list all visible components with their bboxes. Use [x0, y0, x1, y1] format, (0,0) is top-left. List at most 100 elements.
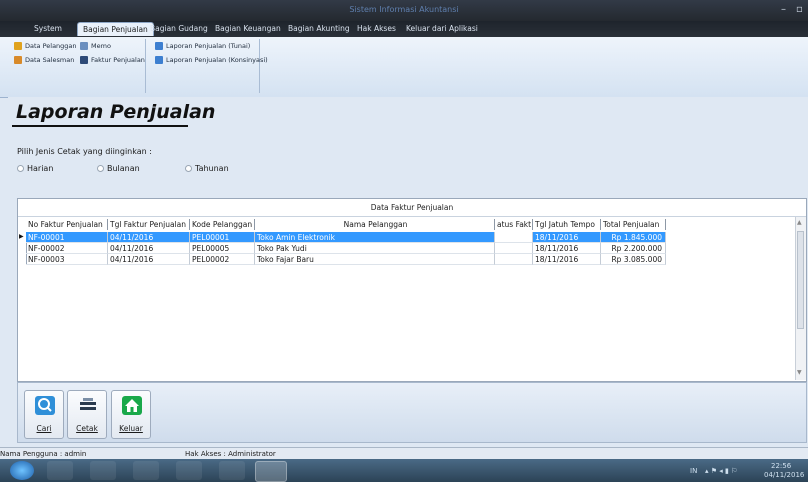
col-nama-pelanggan[interactable]: Nama Pelanggan	[255, 219, 495, 230]
radio-label: Harian	[27, 164, 54, 173]
ribbon-label: Laporan Penjualan (Konsinyasi)	[166, 56, 268, 64]
search-icon	[35, 396, 55, 415]
cell-nama-pelanggan[interactable]: Toko Amin Elektronik	[255, 232, 495, 243]
cell-status-faktur[interactable]	[495, 254, 533, 265]
radio-tahunan[interactable]: Tahunan	[185, 164, 229, 173]
col-kode-pelanggan[interactable]: Kode Pelanggan	[190, 219, 255, 230]
scrollbar-thumb[interactable]	[797, 231, 804, 329]
cell-status-faktur[interactable]	[495, 232, 533, 243]
col-total-penjualan[interactable]: Total Penjualan	[601, 219, 666, 230]
salesman-icon	[14, 56, 22, 64]
cell-tgl-faktur[interactable]: 04/11/2016	[108, 254, 190, 265]
browser-icon[interactable]	[47, 461, 73, 480]
cell-total-penjualan[interactable]: Rp 3.085.000	[601, 254, 666, 265]
grid-vertical-scrollbar[interactable]: ▲ ▼	[795, 217, 806, 380]
clock-time[interactable]: 22:56	[771, 462, 791, 470]
ribbon-data-salesman[interactable]: Data Salesman	[14, 56, 74, 64]
print-type-prompt: Pilih Jenis Cetak yang diinginkan :	[17, 147, 152, 156]
tab-bagian-akunting[interactable]: Bagian Akunting	[288, 24, 350, 33]
page-title: Laporan Penjualan	[16, 101, 216, 123]
tab-bagian-keuangan[interactable]: Bagian Keuangan	[215, 24, 281, 33]
app-icon[interactable]	[219, 461, 245, 480]
grid-caption: Data Faktur Penjualan	[370, 203, 454, 212]
ribbon-label: Faktur Penjualan	[91, 56, 145, 64]
cell-tgl-jatuh-tempo[interactable]: 18/11/2016	[533, 232, 601, 243]
ribbon-laporan-tunai[interactable]: Laporan Penjualan (Tunai)	[155, 42, 250, 50]
radio-bulanan[interactable]: Bulanan	[97, 164, 140, 173]
cell-tgl-jatuh-tempo[interactable]: 18/11/2016	[533, 254, 601, 265]
radio-harian[interactable]: Harian	[17, 164, 53, 173]
tab-hak-akses[interactable]: Hak Akses	[357, 24, 396, 33]
radio-label: Bulanan	[107, 164, 140, 173]
ribbon-faktur-penjualan[interactable]: Faktur Penjualan	[80, 56, 145, 64]
keluar-label: Keluar	[119, 424, 143, 433]
cell-status-faktur[interactable]	[495, 243, 533, 254]
memo-icon	[80, 42, 88, 50]
scroll-up-icon[interactable]: ▲	[797, 219, 802, 226]
cell-no-faktur[interactable]: NF-00003	[26, 254, 108, 265]
cell-total-penjualan[interactable]: Rp 2.200.000	[601, 243, 666, 254]
cell-kode-pelanggan[interactable]: PEL00005	[190, 243, 255, 254]
status-user: Nama Pengguna : admin	[0, 450, 87, 458]
active-app-icon[interactable]	[255, 461, 287, 482]
home-icon	[122, 396, 142, 415]
cetak-label: Cetak	[76, 424, 98, 433]
radio-circle	[97, 165, 104, 172]
tray-icons[interactable]: ▴ ⚑ ◂ ▮ ⚐	[705, 467, 737, 475]
printer-icon	[78, 396, 98, 415]
ribbon-label: Memo	[91, 42, 111, 50]
cell-nama-pelanggan[interactable]: Toko Pak Yudi	[255, 243, 495, 254]
cell-nama-pelanggan[interactable]: Toko Fajar Baru	[255, 254, 495, 265]
title-bar: Sistem Informasi Akuntansi – ▫	[0, 0, 808, 21]
cari-button[interactable]: Cari	[24, 390, 64, 439]
cell-tgl-jatuh-tempo[interactable]: 18/11/2016	[533, 243, 601, 254]
tab-bagian-penjualan[interactable]: Bagian Penjualan	[77, 22, 154, 36]
cell-tgl-faktur[interactable]: 04/11/2016	[108, 232, 190, 243]
cell-no-faktur[interactable]: NF-00002	[26, 243, 108, 254]
cetak-button[interactable]: Cetak	[67, 390, 107, 439]
radio-label: Tahunan	[195, 164, 229, 173]
cell-no-faktur[interactable]: NF-00001	[26, 232, 108, 243]
current-row-arrow-icon: ▶	[19, 233, 24, 240]
window-title: Sistem Informasi Akuntansi	[349, 5, 459, 14]
radio-circle	[17, 165, 24, 172]
media-player-icon[interactable]	[133, 461, 159, 480]
cari-label: Cari	[36, 424, 52, 433]
cell-kode-pelanggan[interactable]: PEL00002	[190, 254, 255, 265]
tab-bagian-gudang[interactable]: Bagian Gudang	[150, 24, 208, 33]
start-button-icon[interactable]	[10, 461, 34, 480]
tab-system[interactable]: System	[34, 24, 62, 33]
ribbon-data-pelanggan[interactable]: Data Pelanggan	[14, 42, 77, 50]
customers-icon	[14, 42, 22, 50]
ribbon-tabs: System Bagian Penjualan Bagian Gudang Ba…	[0, 21, 808, 37]
grid-divider	[18, 216, 806, 217]
folder-icon[interactable]	[90, 461, 116, 480]
maximize-button[interactable]: ▫	[796, 4, 803, 15]
tool-icon[interactable]	[176, 461, 202, 480]
ribbon-label: Data Pelanggan	[25, 42, 77, 50]
cell-total-penjualan[interactable]: Rp 1.845.000	[601, 232, 666, 243]
invoice-icon	[80, 56, 88, 64]
ribbon-laporan-konsinyasi[interactable]: Laporan Penjualan (Konsinyasi)	[155, 56, 268, 64]
tab-keluar-aplikasi[interactable]: Keluar dari Aplikasi	[406, 24, 478, 33]
keluar-button[interactable]: Keluar	[111, 390, 151, 439]
minimize-button[interactable]: –	[781, 4, 786, 15]
report-icon	[155, 56, 163, 64]
ribbon-label: Data Salesman	[25, 56, 75, 64]
col-tgl-faktur[interactable]: Tgl Faktur Penjualan	[108, 219, 190, 230]
col-status-faktur[interactable]: atus Fakt	[495, 219, 533, 230]
language-indicator[interactable]: IN	[690, 467, 697, 475]
title-underline	[12, 125, 188, 127]
invoice-grid[interactable]: Data Faktur Penjualan No Faktur Penjuala…	[17, 198, 807, 382]
clock-date[interactable]: 04/11/2016	[764, 471, 804, 479]
col-tgl-jatuh-tempo[interactable]: Tgl Jatuh Tempo	[533, 219, 601, 230]
status-access: Hak Akses : Administrator	[185, 450, 276, 458]
cell-kode-pelanggan[interactable]: PEL00001	[190, 232, 255, 243]
radio-circle	[185, 165, 192, 172]
report-icon	[155, 42, 163, 50]
ribbon-panel: Data Pelanggan Memo Laporan Penjualan (T…	[0, 37, 808, 98]
ribbon-memo[interactable]: Memo	[80, 42, 111, 50]
col-no-faktur[interactable]: No Faktur Penjualan	[26, 219, 108, 230]
scroll-down-icon[interactable]: ▼	[797, 369, 802, 376]
cell-tgl-faktur[interactable]: 04/11/2016	[108, 243, 190, 254]
